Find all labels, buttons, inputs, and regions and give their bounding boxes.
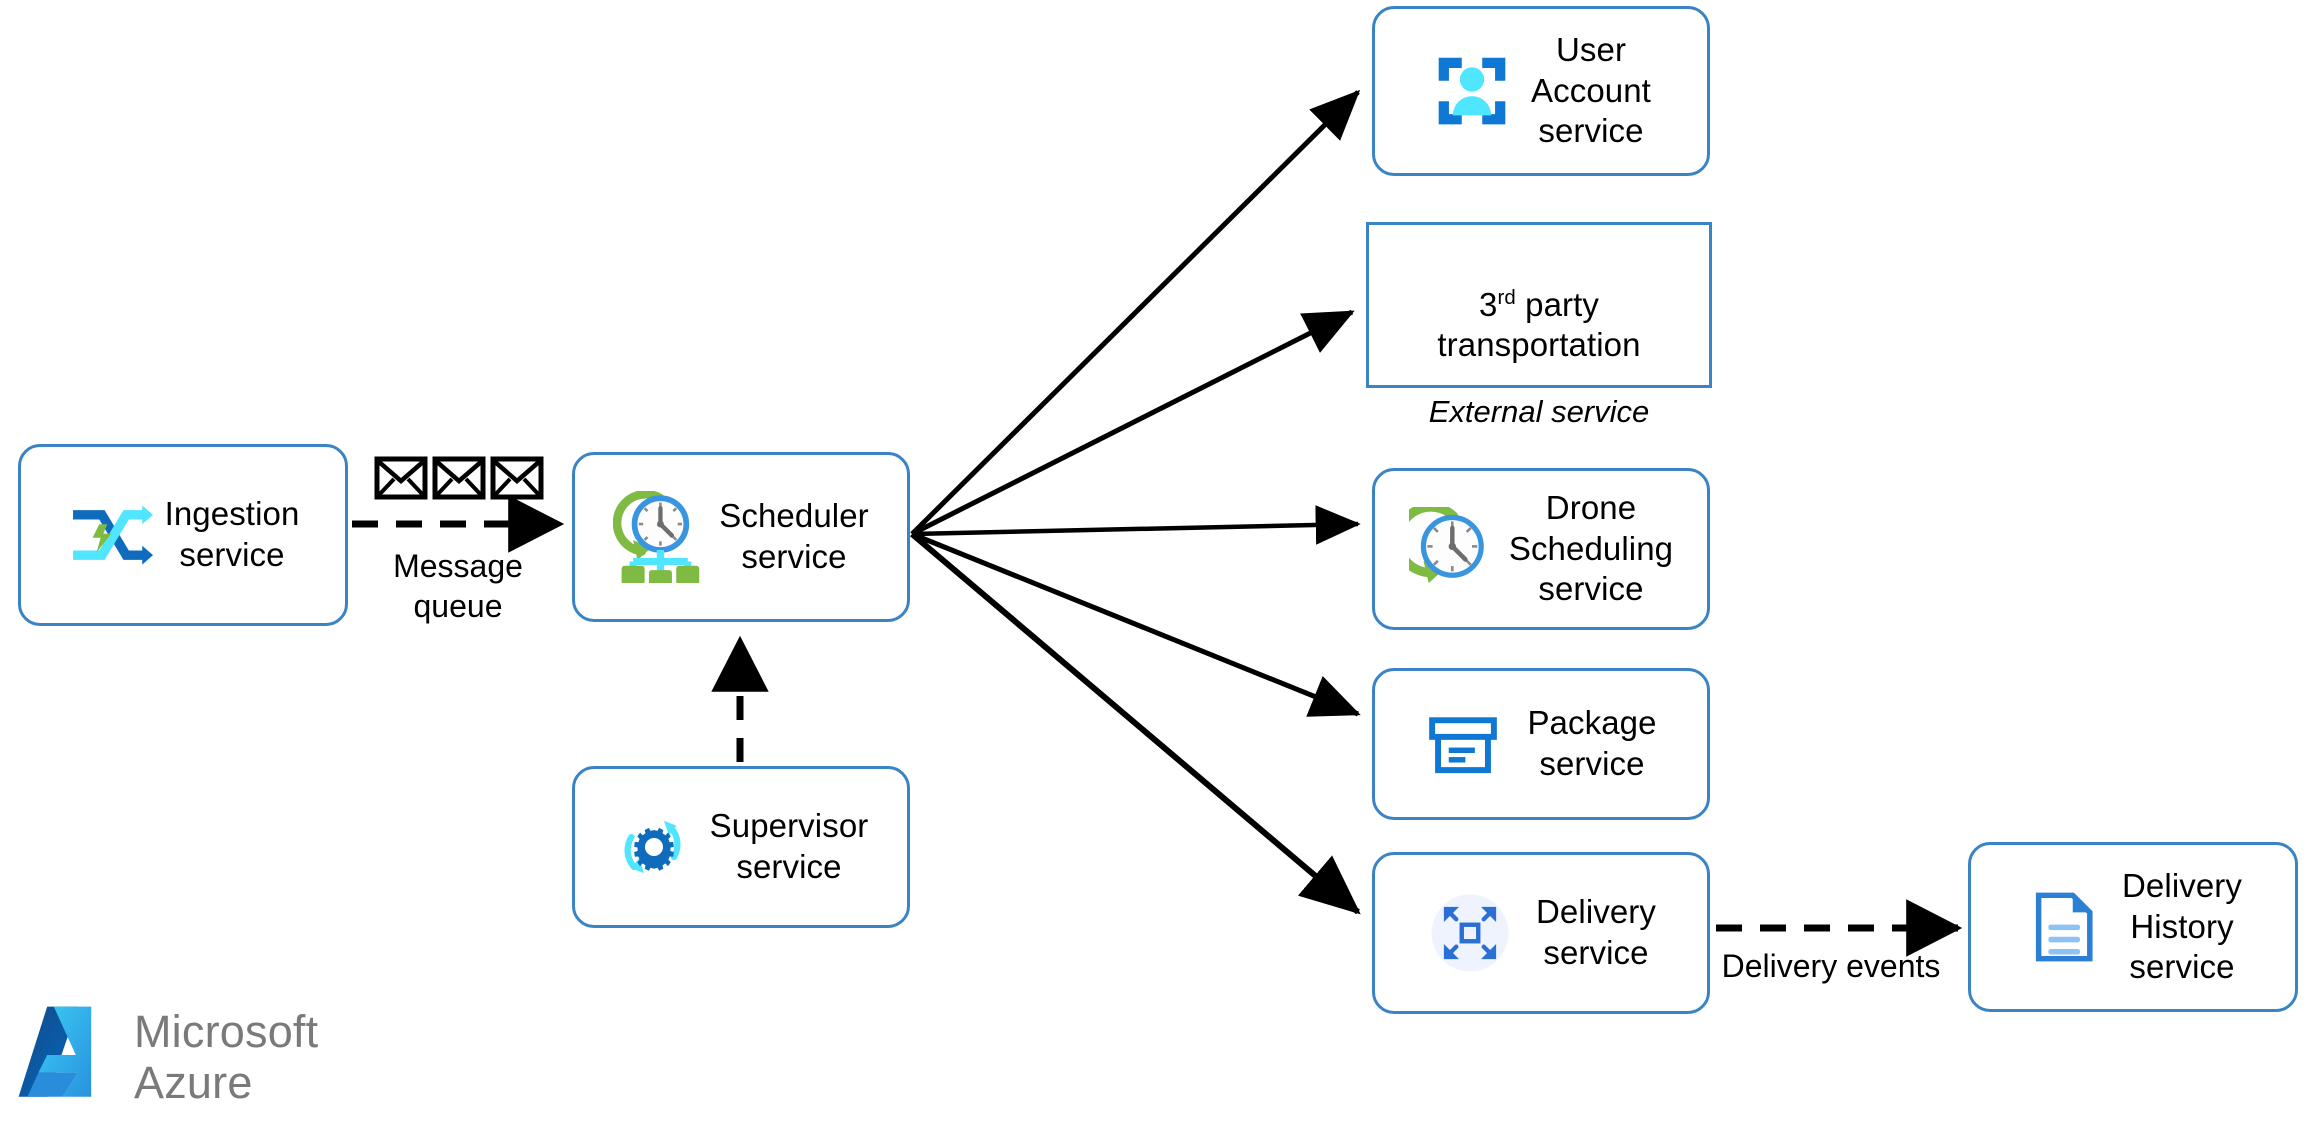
third-party-ordinal-suffix: rd <box>1497 285 1516 309</box>
node-label-third-party-transportation: 3rd party transportation <box>1369 244 1709 367</box>
node-label-drone-scheduling-service: Drone Scheduling service <box>1508 488 1674 608</box>
microsoft-azure-logo: Microsoft Azure <box>14 1000 318 1115</box>
edge-scheduler-to-package <box>911 531 1361 717</box>
node-ingestion-service[interactable]: Ingestion service <box>18 444 348 626</box>
node-label-delivery-history-service: Delivery History service <box>2122 866 2242 986</box>
third-party-prefix: 3 <box>1479 285 1498 323</box>
caption-external-service: External service <box>1428 394 1650 429</box>
node-delivery-service[interactable]: Delivery service <box>1372 852 1710 1014</box>
third-party-rest: party transportation <box>1437 285 1641 364</box>
node-supervisor-service[interactable]: Supervisor service <box>572 766 910 928</box>
gear-refresh-icon <box>614 807 694 887</box>
message-queue-envelopes <box>374 456 544 505</box>
logo-line-microsoft: Microsoft <box>134 1006 319 1058</box>
edge-fan-scheduler <box>910 89 1361 915</box>
package-box-icon <box>1425 706 1501 782</box>
scheduler-clock-icon <box>613 491 705 583</box>
user-account-icon <box>1431 50 1513 132</box>
node-label-package-service: Package service <box>1527 704 1657 782</box>
node-user-account-service[interactable]: User Account service <box>1372 6 1710 176</box>
edge-label-delivery-events: Delivery events <box>1721 948 1941 984</box>
envelope-icon <box>374 456 428 505</box>
delivery-expand-icon <box>1426 889 1514 977</box>
logo-line-azure: Azure <box>134 1056 253 1108</box>
event-hubs-icon <box>67 492 153 578</box>
edge-scheduler-to-user-account <box>910 89 1361 536</box>
node-third-party-transportation[interactable]: 3rd party transportation <box>1366 222 1712 388</box>
node-label-delivery-service: Delivery service <box>1536 893 1656 971</box>
edge-scheduler-to-delivery <box>910 531 1361 915</box>
azure-logo-mark <box>14 1000 120 1115</box>
node-label-scheduler-service: Scheduler service <box>719 497 869 575</box>
edge-scheduler-to-third-party <box>910 309 1355 537</box>
diagram-canvas: Ingestion service Message queue Schedule… <box>0 0 2308 1144</box>
envelope-icon <box>490 456 544 505</box>
edge-scheduler-to-drone-scheduling <box>911 505 1361 545</box>
node-label-supervisor-service: Supervisor service <box>709 807 869 885</box>
node-scheduler-service[interactable]: Scheduler service <box>572 452 910 622</box>
azure-logo-text: Microsoft Azure <box>134 1006 319 1108</box>
node-label-ingestion-service: Ingestion service <box>164 495 300 573</box>
clock-refresh-icon <box>1408 507 1493 591</box>
node-package-service[interactable]: Package service <box>1372 668 1710 820</box>
envelope-icon <box>432 456 486 505</box>
edge-label-message-queue: Message queue <box>393 548 523 624</box>
node-drone-scheduling-service[interactable]: Drone Scheduling service <box>1372 468 1710 630</box>
node-label-user-account-service: User Account service <box>1531 30 1651 150</box>
node-delivery-history-service[interactable]: Delivery History service <box>1968 842 2298 1012</box>
document-icon <box>2024 888 2102 966</box>
